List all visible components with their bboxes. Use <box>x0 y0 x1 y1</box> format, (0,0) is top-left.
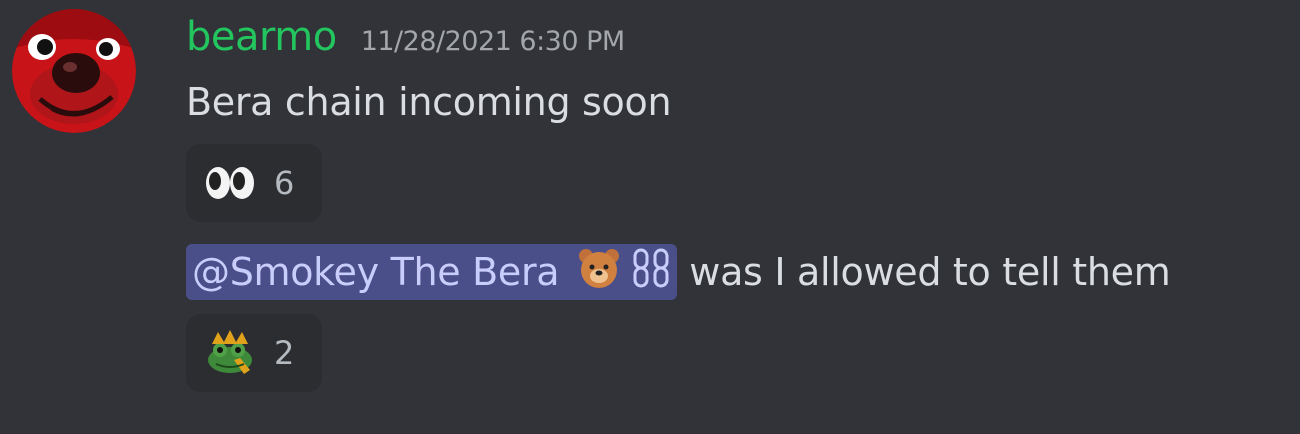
mention-label: @Smokey The Bera <box>192 250 560 294</box>
user-avatar[interactable] <box>12 9 136 133</box>
reaction-count: 6 <box>274 164 295 202</box>
message-header: bearmo 11/28/2021 6:30 PM <box>186 14 625 64</box>
eyes-icon <box>206 167 254 199</box>
chain-link-icon <box>631 246 671 299</box>
author-username[interactable]: bearmo <box>186 14 337 60</box>
user-mention[interactable]: @Smokey The Bera <box>186 244 678 300</box>
message-text-line-1: Bera chain incoming soon <box>186 80 672 124</box>
reaction-frog[interactable]: 2 <box>186 314 322 392</box>
reaction-eyes[interactable]: 6 <box>186 144 322 222</box>
message-text-line-2-rest: was I allowed to tell them <box>689 250 1171 294</box>
bear-emoji-icon <box>577 246 621 299</box>
reaction-count: 2 <box>274 334 295 372</box>
bear-face-icon <box>12 9 136 133</box>
frog-crown-icon <box>208 330 252 374</box>
chat-message: bearmo 11/28/2021 6:30 PM Bera chain inc… <box>0 0 1300 434</box>
message-text-line-2: @Smokey The Bera was I allowed to tell t… <box>186 240 1171 304</box>
message-timestamp: 11/28/2021 6:30 PM <box>360 26 626 57</box>
